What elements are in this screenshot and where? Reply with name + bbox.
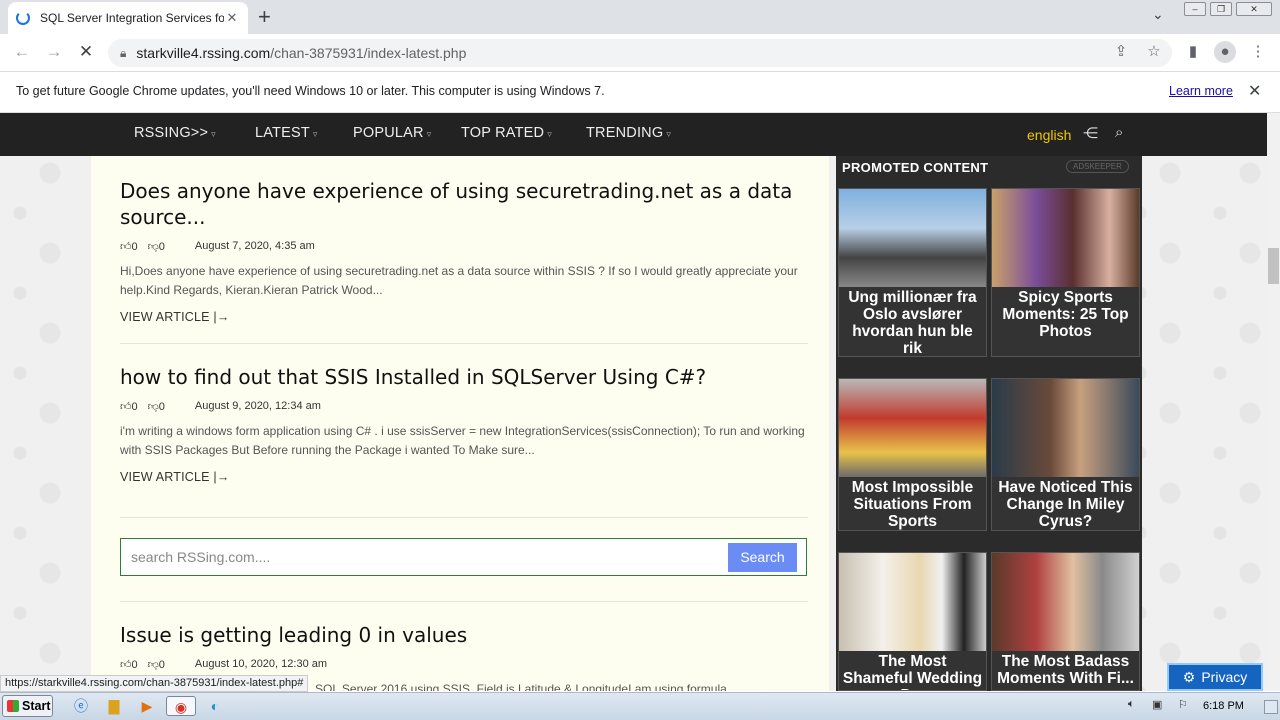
nav-rssing[interactable]: RSSING>> ▿ (134, 125, 216, 141)
promo-image (839, 553, 986, 651)
article-item: how to find out that SSIS Installed in S… (120, 364, 808, 484)
article-meta: 👍︎0 👎︎0 August 9, 2020, 12:34 am (120, 398, 808, 414)
like-icon[interactable]: 👍︎0 (120, 400, 138, 413)
profile-avatar-icon[interactable]: ● (1214, 41, 1236, 63)
back-icon[interactable]: ← (11, 42, 33, 62)
volume-icon[interactable]: 🔈︎ (1128, 698, 1135, 711)
scrollbar-thumb[interactable] (1268, 248, 1279, 284)
promo-card[interactable]: Have Noticed This Change In Miley Cyrus? (991, 378, 1140, 531)
article-title[interactable]: Does anyone have experience of using sec… (120, 178, 808, 230)
nav-top-rated[interactable]: TOP RATED ▿ (461, 125, 552, 141)
stop-icon[interactable]: ✕ (75, 42, 97, 62)
like-icon[interactable]: 👍︎0 (120, 658, 138, 671)
promo-caption: Most Impossible Situations From Sports (851, 479, 974, 530)
dislike-icon[interactable]: 👎︎0 (148, 400, 165, 413)
clock: 6:18 PM (1203, 700, 1244, 712)
promo-card[interactable]: Spicy Sports Moments: 25 Top Photos (991, 188, 1140, 357)
menu-dots-icon[interactable]: ⋮ (1247, 42, 1269, 60)
infobar-close-icon[interactable]: ✕ (1248, 81, 1261, 101)
article-item: Does anyone have experience of using sec… (120, 178, 808, 324)
action-center-flag-icon[interactable]: ⚐ (1178, 698, 1188, 711)
learn-more-link[interactable]: Learn more (1169, 84, 1233, 98)
show-desktop-button[interactable] (1264, 700, 1278, 714)
ie-icon[interactable]: ⓔ (68, 696, 94, 716)
promo-image (992, 379, 1139, 477)
explorer-icon[interactable]: ▇ (101, 696, 127, 716)
nav-popular[interactable]: POPULAR ▿ (353, 125, 431, 141)
close-window-button[interactable]: ✕ (1236, 2, 1272, 16)
promoted-heading: PROMOTED CONTENT (842, 160, 989, 175)
edge-icon[interactable]: ◐ (202, 696, 228, 716)
search-button[interactable]: Search (728, 543, 797, 572)
network-icon[interactable]: ▣ (1152, 698, 1162, 711)
promo-caption: Spicy Sports Moments: 25 Top Photos (1002, 289, 1129, 340)
view-article-link[interactable]: VIEW ARTICLE |→ (120, 470, 808, 484)
new-tab-button[interactable]: + (258, 4, 271, 30)
share-page-icon[interactable]: ⇪ (1110, 42, 1132, 60)
nav-latest[interactable]: LATEST ▿ (255, 125, 318, 141)
dislike-icon[interactable]: 👎︎0 (148, 240, 165, 253)
promo-image (839, 379, 986, 477)
divider (120, 517, 808, 518)
promo-image (992, 553, 1139, 651)
tab-search-icon[interactable]: ⌄ (1152, 6, 1164, 23)
article-date: August 7, 2020, 4:35 am (194, 240, 315, 252)
article-excerpt: Hi,Does anyone have experience of using … (120, 264, 798, 297)
site-search-icon[interactable]: ⌕ (1115, 124, 1123, 141)
media-player-icon[interactable]: ▶ (134, 696, 160, 716)
divider (120, 601, 808, 602)
adskeeper-logo[interactable]: ADSKEEPER (1066, 160, 1129, 173)
status-url: https://starkville4.rssing.com/chan-3875… (0, 675, 309, 692)
divider (120, 343, 808, 344)
bookmark-star-icon[interactable]: ☆ (1143, 42, 1165, 60)
chrome-icon[interactable]: ◉ (166, 696, 196, 716)
tab-close-icon[interactable]: ✕ (224, 10, 240, 26)
windows-logo-icon (7, 700, 19, 712)
infobar-message: To get future Google Chrome updates, you… (16, 84, 605, 98)
article-title[interactable]: how to find out that SSIS Installed in S… (120, 364, 808, 390)
lock-icon: 🔒︎ (120, 45, 127, 60)
search-input[interactable]: search RSSing.com.... (120, 538, 807, 576)
restore-button[interactable]: ❐ (1210, 2, 1232, 16)
article-date: August 9, 2020, 12:34 am (194, 400, 321, 412)
promo-card[interactable]: The Most Shameful Wedding D... (838, 552, 987, 691)
promo-card[interactable]: The Most Badass Moments With Fi... (991, 552, 1140, 691)
article-excerpt: i'm writing a windows form application u… (120, 424, 805, 457)
promo-caption: The Most Badass Moments With Fi... (997, 653, 1134, 687)
promo-caption: Have Noticed This Change In Miley Cyrus? (998, 479, 1133, 530)
address-bar[interactable]: 🔒︎ starkville4.rssing.com/chan-3875931/i… (108, 39, 1172, 67)
article-meta: 👍︎0 👎︎0 August 10, 2020, 12:30 am (120, 656, 808, 672)
promo-image (992, 189, 1139, 287)
promo-card[interactable]: Ung millionær fra Oslo avslører hvordan … (838, 188, 987, 357)
like-icon[interactable]: 👍︎0 (120, 240, 138, 253)
dislike-icon[interactable]: 👎︎0 (148, 658, 165, 671)
promo-image (839, 189, 986, 287)
minimize-button[interactable]: – (1184, 2, 1206, 16)
loading-icon (16, 11, 30, 25)
article-title[interactable]: Issue is getting leading 0 in values (120, 622, 808, 648)
promo-caption: Ung millionær fra Oslo avslører hvordan … (848, 289, 977, 357)
article-date: August 10, 2020, 12:30 am (194, 658, 328, 670)
update-infobar: To get future Google Chrome updates, you… (0, 72, 1280, 113)
share-icon[interactable]: ⋲ (1083, 124, 1098, 142)
privacy-button[interactable]: ⚙ Privacy (1167, 663, 1263, 691)
side-panel-icon[interactable]: ▮ (1182, 42, 1204, 60)
promo-caption: The Most Shameful Wedding D... (842, 653, 983, 690)
tab-title: SQL Server Integration Services for ... (40, 11, 224, 25)
language-selector[interactable]: english (1027, 127, 1071, 143)
article-meta: 👍︎0 👎︎0 August 7, 2020, 4:35 am (120, 238, 808, 254)
page-scrollbar[interactable] (1267, 113, 1280, 691)
view-article-link[interactable]: VIEW ARTICLE |→ (120, 310, 808, 324)
start-button[interactable]: Start (2, 695, 53, 717)
gear-icon: ⚙ (1182, 668, 1196, 685)
url-host: starkville4.rssing.com (136, 45, 271, 61)
url-path: /chan-3875931/index-latest.php (270, 45, 467, 61)
forward-icon[interactable]: → (43, 42, 65, 62)
article-list: Does anyone have experience of using sec… (91, 156, 829, 691)
nav-trending[interactable]: TRENDING ▿ (586, 125, 671, 141)
promo-card[interactable]: Most Impossible Situations From Sports (838, 378, 987, 531)
browser-tab[interactable]: SQL Server Integration Services for ... … (8, 2, 248, 34)
